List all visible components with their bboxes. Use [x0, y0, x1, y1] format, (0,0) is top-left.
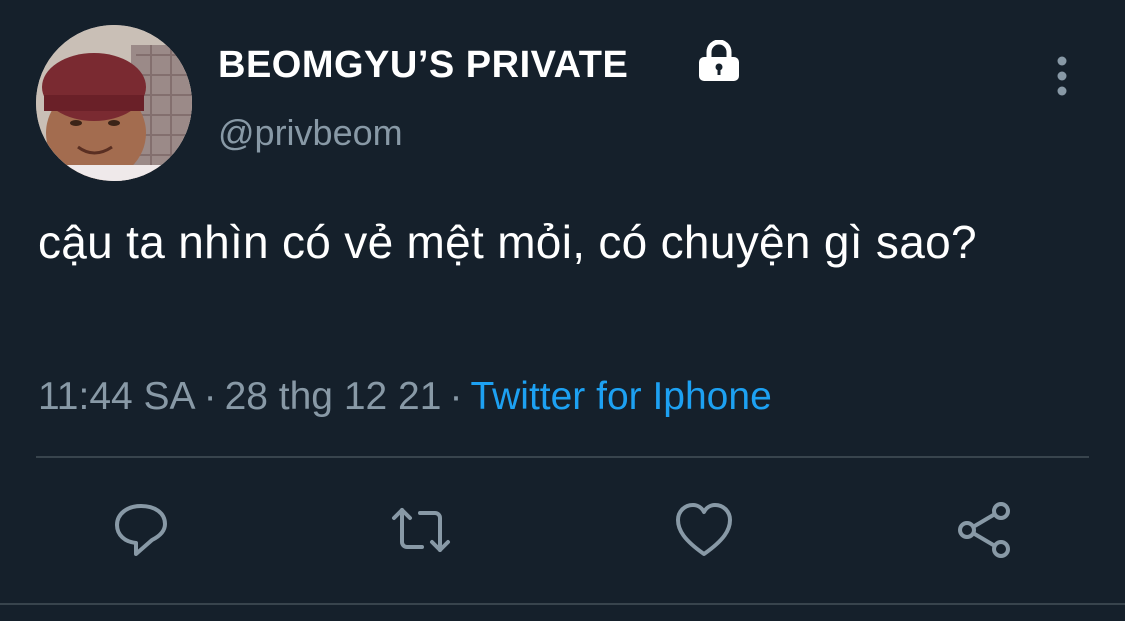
share-button[interactable] — [954, 500, 1014, 560]
share-icon — [958, 502, 1010, 558]
tweet-text: cậu ta nhìn có vẻ mệt mỏi, có chuyện gì … — [38, 216, 977, 268]
avatar-photo — [36, 25, 192, 181]
tweet-source-link[interactable]: Twitter for Iphone — [470, 375, 771, 418]
meta-separator: · — [203, 375, 217, 418]
tweet-date[interactable]: 28 thg 12 21 — [225, 375, 442, 418]
reply-button[interactable] — [111, 500, 171, 560]
retweet-icon — [392, 508, 450, 552]
comment-icon — [115, 504, 167, 556]
lock-icon — [699, 40, 739, 81]
retweet-button[interactable] — [391, 500, 451, 560]
display-name[interactable]: BEOMGYU’S PRIVATE — [218, 44, 628, 87]
avatar[interactable] — [36, 25, 192, 181]
meta-separator: · — [449, 375, 463, 418]
user-handle[interactable]: @privbeom — [218, 112, 403, 154]
divider — [0, 603, 1125, 605]
heart-icon — [676, 503, 732, 556]
tweet-time[interactable]: 11:44 SA — [38, 375, 196, 418]
tweet-meta: 11:44 SA · 28 thg 12 21 · Twitter for Iphone — [38, 375, 772, 419]
more-vertical-icon[interactable] — [1048, 54, 1076, 98]
tweet-detail: BEOMGYU’S PRIVATE @privbeom cậu ta nhìn … — [0, 0, 1125, 621]
divider — [36, 456, 1089, 458]
like-button[interactable] — [674, 500, 734, 560]
